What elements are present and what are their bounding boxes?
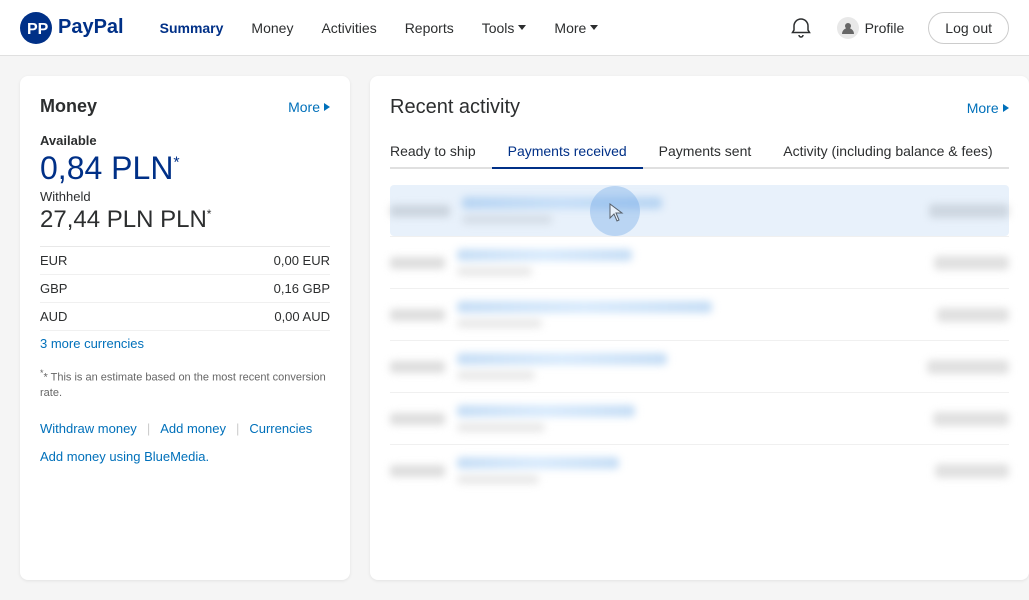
activity-date (390, 309, 445, 321)
paypal-logo[interactable]: PP PayPal (20, 12, 124, 44)
money-panel: Money More Available 0,84 PLN* Withheld … (20, 76, 350, 580)
activity-amount (929, 204, 1009, 218)
available-label: Available (40, 133, 330, 148)
separator-1: | (147, 421, 150, 436)
more-currencies-link[interactable]: 3 more currencies (40, 336, 144, 351)
currency-table: EUR 0,00 EUR GBP 0,16 GBP AUD 0,00 AUD (40, 246, 330, 331)
withdraw-money-link[interactable]: Withdraw money (40, 421, 137, 436)
activity-date (390, 465, 445, 477)
activity-info (457, 405, 921, 432)
profile-avatar-icon (837, 17, 859, 39)
activity-row[interactable] (390, 445, 1009, 496)
paypal-wordmark: PayPal (58, 16, 124, 39)
activity-header: Recent activity More (390, 96, 1009, 119)
tab-ready-to-ship[interactable]: Ready to ship (390, 135, 492, 169)
withheld-label: Withheld (40, 189, 330, 204)
add-money-link[interactable]: Add money (160, 421, 226, 436)
currency-row-gbp: GBP 0,16 GBP (40, 275, 330, 303)
notifications-bell-icon[interactable] (789, 16, 813, 40)
activity-info (457, 457, 923, 484)
activity-tabs: Ready to ship Payments received Payments… (390, 135, 1009, 169)
profile-button[interactable]: Profile (825, 11, 917, 45)
tab-activity-balance-fees[interactable]: Activity (including balance & fees) (767, 135, 1008, 169)
profile-label: Profile (865, 20, 905, 36)
nav-activities[interactable]: Activities (309, 12, 388, 44)
activity-row[interactable] (390, 289, 1009, 341)
activity-amount (937, 308, 1009, 322)
main-content: Money More Available 0,84 PLN* Withheld … (0, 56, 1029, 600)
header-right: Profile Log out (789, 11, 1009, 45)
nav-money[interactable]: Money (239, 12, 305, 44)
tab-payments-received[interactable]: Payments received (492, 135, 643, 169)
money-actions: Withdraw money | Add money | Currencies (40, 421, 330, 436)
activity-info (457, 249, 922, 276)
activity-row[interactable] (390, 185, 1009, 237)
activity-info (457, 353, 915, 380)
nav-tools[interactable]: Tools (470, 12, 539, 44)
activity-title: Recent activity (390, 96, 520, 119)
activity-row[interactable] (390, 237, 1009, 289)
svg-text:PP: PP (27, 21, 49, 38)
more-chevron-icon (590, 25, 598, 30)
main-header: PP PayPal Summary Money Activities Repor… (0, 0, 1029, 56)
activity-more-link[interactable]: More (967, 100, 1009, 116)
activity-date (390, 205, 450, 217)
disclaimer-text: ** This is an estimate based on the most… (40, 367, 330, 401)
logout-button[interactable]: Log out (928, 12, 1009, 44)
tools-chevron-icon (518, 25, 526, 30)
balance-amount: 0,84 PLN* (40, 150, 330, 187)
money-panel-header: Money More (40, 96, 330, 117)
activity-info (462, 197, 917, 224)
activity-date (390, 413, 445, 425)
activity-amount (927, 360, 1009, 374)
activity-list (390, 185, 1009, 496)
withheld-amount: 27,44 PLN PLN* (40, 206, 330, 234)
money-panel-title: Money (40, 96, 97, 117)
bluemedia-link[interactable]: Add money using BlueMedia. (40, 449, 209, 464)
nav-more[interactable]: More (542, 12, 610, 44)
currency-row-eur: EUR 0,00 EUR (40, 247, 330, 275)
activity-more-arrow-icon (1003, 104, 1009, 112)
activity-row[interactable] (390, 341, 1009, 393)
activity-info (457, 301, 925, 328)
activity-date (390, 361, 445, 373)
main-nav: Summary Money Activities Reports Tools M… (148, 12, 789, 44)
money-more-link[interactable]: More (288, 99, 330, 115)
activity-panel: Recent activity More Ready to ship Payme… (370, 76, 1029, 580)
nav-summary[interactable]: Summary (148, 12, 236, 44)
money-more-arrow-icon (324, 103, 330, 111)
activity-row[interactable] (390, 393, 1009, 445)
activity-amount (935, 464, 1009, 478)
currencies-link[interactable]: Currencies (249, 421, 312, 436)
activity-amount (933, 412, 1009, 426)
separator-2: | (236, 421, 239, 436)
tab-payments-sent[interactable]: Payments sent (643, 135, 768, 169)
nav-reports[interactable]: Reports (393, 12, 466, 44)
activity-amount (934, 256, 1009, 270)
currency-row-aud: AUD 0,00 AUD (40, 303, 330, 331)
activity-date (390, 257, 445, 269)
